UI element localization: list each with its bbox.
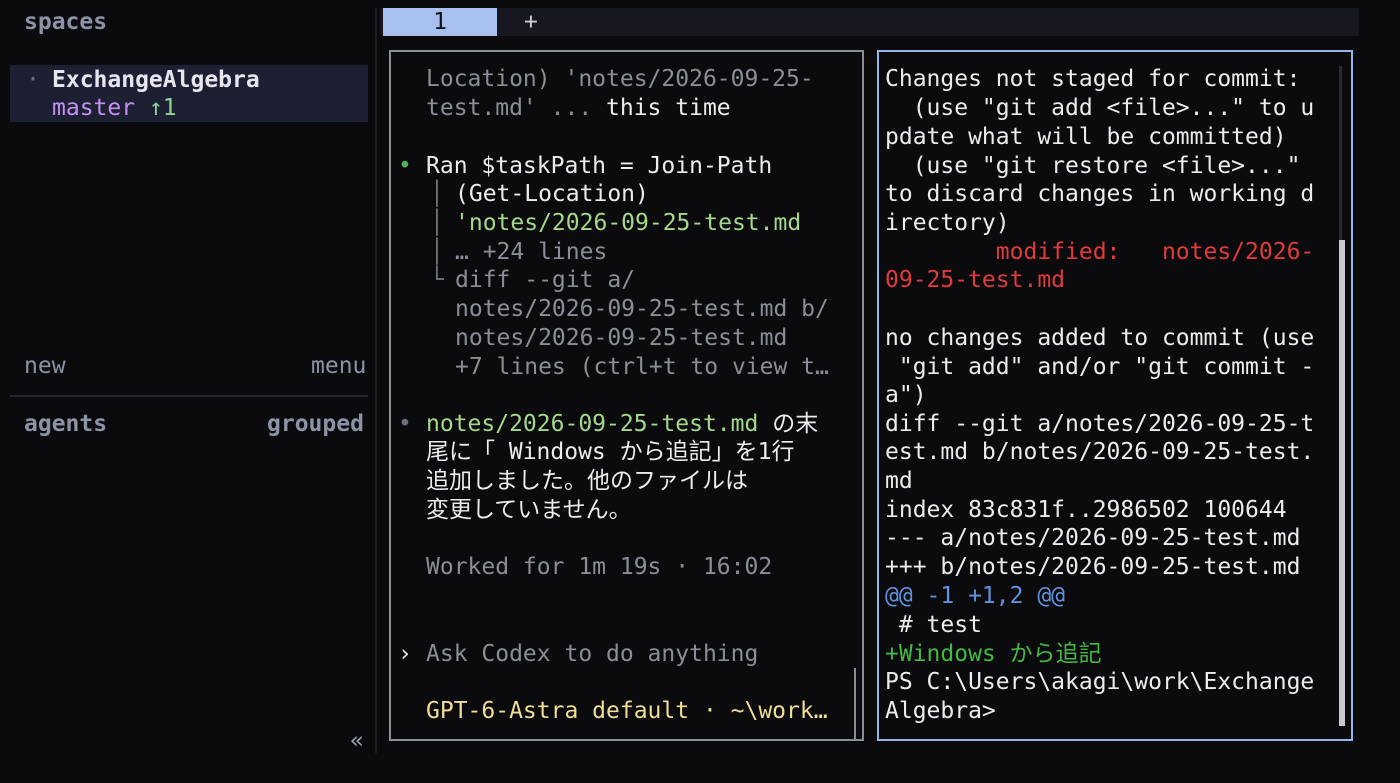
terminal-prompt[interactable]: Algebra> — [885, 697, 996, 726]
tree-bar-icon: │ — [430, 239, 444, 265]
tree-bar-icon: │ — [430, 210, 444, 236]
message-text: の末 — [758, 411, 819, 437]
prompt-chevron-icon: › — [398, 641, 412, 667]
terminal-line: (use "git add <file>..." to u — [885, 95, 1315, 121]
tree-end-icon: └ — [430, 267, 444, 293]
command-line: (Get-Location) — [455, 181, 649, 207]
new-button[interactable]: new — [24, 352, 66, 381]
terminal-line: +++ b/notes/2026-09-25-test.md — [885, 554, 1301, 580]
message-line: 追加しました。他のファイルは — [426, 468, 748, 494]
terminal-line: index 83c831f..2986502 100644 — [885, 497, 1287, 523]
output-line: +7 lines (ctrl+t to view t… — [455, 354, 829, 380]
message-line: 変更していません。 — [426, 497, 632, 523]
sidebar-divider — [10, 395, 368, 397]
terminal-line: a") — [885, 382, 927, 408]
model-status-line: GPT-6-Astra default · ~\work… — [426, 698, 828, 724]
add-tab-button[interactable]: + — [524, 8, 538, 37]
terminal-scrollbar-thumb[interactable] — [1339, 240, 1345, 726]
message-line: 尾に「 Windows から追記」を1行 — [426, 439, 795, 465]
terminal-line: --- a/notes/2026-09-25-test.md — [885, 525, 1301, 551]
prompt-input[interactable]: Ask Codex to do anything — [426, 640, 758, 669]
output-line: notes/2026-09-25-test.md — [455, 325, 788, 351]
terminal-line-modified: modified: notes/2026- — [885, 239, 1315, 265]
terminal-line: pdate what will be committed) — [885, 124, 1287, 150]
space-branch: master ↑1 — [52, 94, 177, 123]
sidebar: spaces · ExchangeAlgebra master ↑1 new m… — [0, 0, 376, 783]
output-line: diff --git a/ — [455, 267, 636, 293]
message-line: notes/2026-09-25-test.md の末 — [426, 410, 818, 439]
collapsed-lines: … +24 lines — [455, 239, 608, 265]
terminal-line: diff --git a/notes/2026-09-25-t — [885, 411, 1315, 437]
transcript-text: test.md' ... — [426, 95, 607, 121]
command-line: 'notes/2026-09-25-test.md — [455, 210, 802, 236]
terminal-line: "git add" and/or "git commit - — [885, 354, 1315, 380]
terminal-line: (use "git restore <file>..." — [885, 153, 1301, 179]
terminal-line: to discard changes in working d — [885, 181, 1315, 207]
terminal-line: est.md b/notes/2026-09-25-test. — [885, 439, 1315, 465]
spaces-heading: spaces — [24, 9, 108, 35]
message-dot-icon: • — [398, 411, 412, 437]
tree-bar-icon: │ — [430, 181, 444, 207]
agents-heading: agents — [24, 411, 108, 437]
prompt-scrollbar[interactable] — [854, 668, 856, 740]
grouped-toggle[interactable]: grouped — [267, 410, 364, 439]
terminal-line: md — [885, 468, 913, 494]
terminal-line-modified: 09-25-test.md — [885, 267, 1066, 293]
terminal-line: no changes added to commit (use — [885, 325, 1315, 351]
worked-status: Worked for 1m 19s · 16:02 — [426, 554, 773, 580]
terminal-line-added: +Windows から追記 — [885, 641, 1102, 667]
menu-button[interactable]: menu — [311, 352, 366, 381]
collapse-sidebar-icon[interactable]: « — [350, 727, 364, 756]
transcript-line: test.md' ... this time — [426, 94, 731, 123]
command-line: Ran $taskPath = Join-Path — [426, 153, 773, 179]
ahead-count: ↑1 — [148, 95, 177, 121]
terminal-prompt[interactable]: PS C:\Users\akagi\work\Exchange — [885, 668, 1314, 697]
branch-name: master — [52, 95, 136, 121]
terminal-line: Changes not staged for commit: — [885, 66, 1301, 92]
terminal-line-hunk: @@ -1 +1,2 @@ — [885, 583, 1066, 609]
space-bullet-icon: · — [26, 67, 40, 93]
status-dot-icon: • — [398, 153, 412, 179]
terminal-line: irectory) — [885, 210, 1010, 236]
transcript-line: Location) 'notes/2026-09-25- — [426, 66, 814, 92]
terminal-line: # test — [885, 612, 982, 638]
space-name[interactable]: ExchangeAlgebra — [52, 66, 260, 95]
transcript-text: this time — [606, 95, 731, 121]
output-line: notes/2026-09-25-test.md b/ — [455, 296, 829, 322]
sidebar-border — [375, 8, 377, 753]
tab-1[interactable]: 1 — [383, 8, 497, 36]
file-link[interactable]: notes/2026-09-25-test.md — [426, 411, 758, 437]
